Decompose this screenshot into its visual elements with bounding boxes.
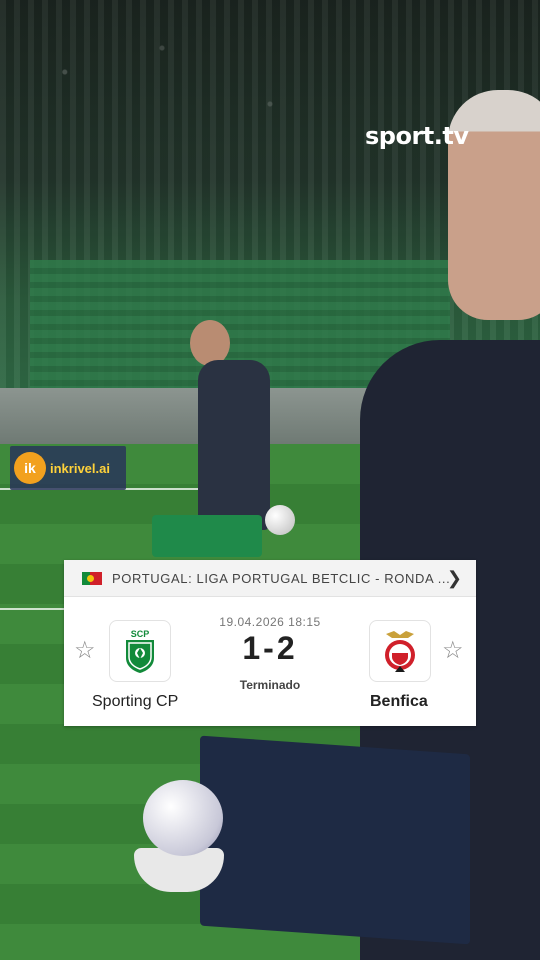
favorite-away-star-icon[interactable]: ☆ [442,636,464,665]
sponsor-badge: ik inkrivel.ai [10,446,126,490]
sponsor-logo-icon: ik [14,452,46,484]
sporttv-logo: sport.tv [365,122,469,150]
competition-name: PORTUGAL: LIGA PORTUGAL BETCLIC - RONDA … [112,570,451,586]
staff-member [190,320,280,540]
ball-crate [152,515,262,557]
sponsor-name: inkrivel.ai [50,460,110,476]
football [265,505,295,535]
football [143,780,223,856]
home-team-name[interactable]: Sporting CP [92,693,178,711]
dugout-box [200,735,470,945]
competition-header[interactable]: PORTUGAL: LIGA PORTUGAL BETCLIC - RONDA … [64,560,476,597]
match-card[interactable]: PORTUGAL: LIGA PORTUGAL BETCLIC - RONDA … [64,560,476,726]
chevron-right-icon[interactable]: ❯ [447,568,462,589]
benfica-crest-icon[interactable] [369,620,431,682]
away-team-name[interactable]: Benfica [370,693,428,711]
portugal-flag-icon [82,571,102,585]
